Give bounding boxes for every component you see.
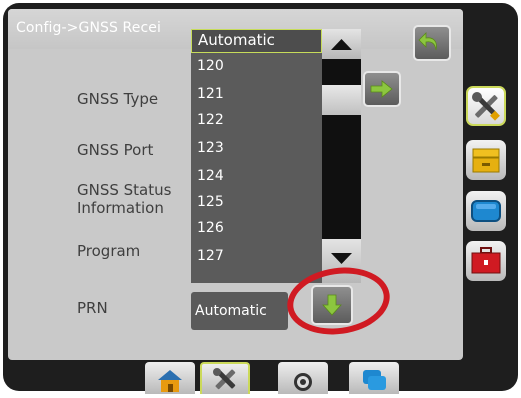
- triangle-up-icon: [331, 39, 352, 50]
- bottom-tab-sensor[interactable]: [278, 362, 328, 394]
- tools-icon: [472, 92, 500, 121]
- page-title: Config->GNSS Recei: [16, 20, 161, 36]
- program-label: Program: [77, 242, 141, 260]
- layers-icon: [363, 370, 386, 390]
- dropdown-option[interactable]: 127: [191, 243, 322, 269]
- side-tab-storage[interactable]: [466, 140, 506, 180]
- toolbox-icon: [471, 247, 501, 274]
- dropdown-options: Automatic 120 121 122 123 124 125 126 12…: [191, 29, 322, 283]
- dropdown-option[interactable]: 126: [191, 215, 322, 241]
- back-button[interactable]: [413, 25, 451, 61]
- side-tab-toolbox[interactable]: [466, 241, 506, 281]
- side-tab-display[interactable]: [466, 191, 506, 231]
- config-screen: Config->GNSS Recei GNSS Type GNSS Port G…: [8, 9, 463, 360]
- prn-dropdown-list: Automatic 120 121 122 123 124 125 126 12…: [191, 29, 361, 283]
- home-icon: [158, 370, 182, 392]
- sensor-icon: [294, 373, 312, 391]
- dropdown-option[interactable]: 122: [191, 107, 322, 133]
- gnss-status-label-line1: GNSS Status: [77, 181, 172, 199]
- dropdown-option[interactable]: 124: [191, 163, 322, 189]
- scroll-up-button[interactable]: [322, 29, 361, 59]
- back-arrow-icon: [418, 32, 437, 51]
- gnss-status-label-line2: Information: [77, 199, 164, 217]
- dropdown-option[interactable]: 120: [191, 53, 322, 79]
- dropdown-option-selected[interactable]: Automatic: [191, 29, 322, 53]
- gnss-port-label: GNSS Port: [77, 141, 154, 159]
- scroll-thumb[interactable]: [322, 85, 361, 115]
- prn-label: PRN: [77, 299, 108, 317]
- tools-icon: [213, 368, 236, 390]
- bottom-tab-home[interactable]: [145, 362, 195, 394]
- dropdown-option[interactable]: 123: [191, 135, 322, 161]
- gnss-type-label: GNSS Type: [77, 90, 159, 108]
- bottom-tab-layers[interactable]: [349, 362, 399, 394]
- folder-icon: [472, 148, 500, 173]
- bottom-tab-tools[interactable]: [200, 362, 250, 394]
- right-arrow-icon: [370, 80, 393, 98]
- dropdown-option[interactable]: 125: [191, 189, 322, 215]
- dropdown-option[interactable]: 121: [191, 81, 322, 107]
- prn-field[interactable]: Automatic: [191, 292, 288, 330]
- display-icon: [471, 200, 501, 222]
- next-button[interactable]: [363, 71, 401, 107]
- side-tab-tools[interactable]: [466, 86, 506, 126]
